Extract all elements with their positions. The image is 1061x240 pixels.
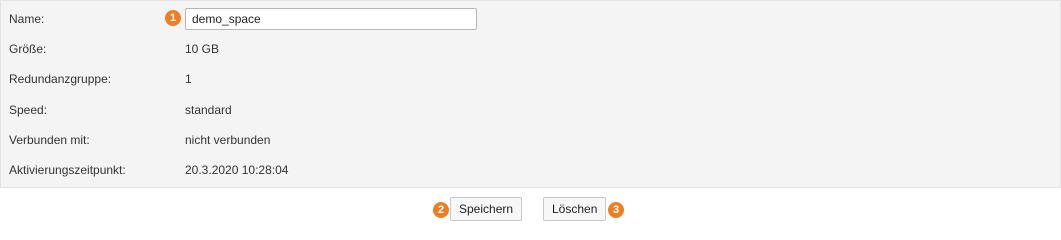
size-label: Größe: <box>9 42 47 56</box>
speed-row: Speed: standard <box>1 100 1060 120</box>
connected-to-row: Verbunden mit: nicht verbunden <box>1 130 1060 150</box>
connected-to-value: nicht verbunden <box>185 133 271 147</box>
marker-3-badge: 3 <box>608 202 624 218</box>
name-label: Name: <box>9 12 45 26</box>
activation-time-value: 20.3.2020 10:28:04 <box>185 163 289 177</box>
redundancy-group-value: 1 <box>185 72 192 86</box>
activation-time-row: Aktivierungszeitpunkt: 20.3.2020 10:28:0… <box>1 160 1060 180</box>
marker-2-badge: 2 <box>433 202 449 218</box>
connected-to-label: Verbunden mit: <box>9 133 90 147</box>
speed-value: standard <box>185 103 232 117</box>
size-value: 10 GB <box>185 42 220 56</box>
name-input[interactable] <box>185 8 477 30</box>
speed-label: Speed: <box>9 103 48 117</box>
marker-1-badge: 1 <box>165 10 181 26</box>
size-row: Größe: 10 GB <box>1 39 1060 59</box>
redundancy-group-row: Redundanzgruppe: 1 <box>1 69 1060 89</box>
delete-button[interactable]: Löschen <box>543 197 607 221</box>
space-details-panel: Name: 1 Größe: 10 GB Redundanzgruppe: 1 … <box>0 0 1061 188</box>
name-row: Name: <box>1 9 1060 29</box>
activation-time-label: Aktivierungszeitpunkt: <box>9 163 126 177</box>
save-button[interactable]: Speichern <box>450 197 523 221</box>
redundancy-group-label: Redundanzgruppe: <box>9 72 112 86</box>
